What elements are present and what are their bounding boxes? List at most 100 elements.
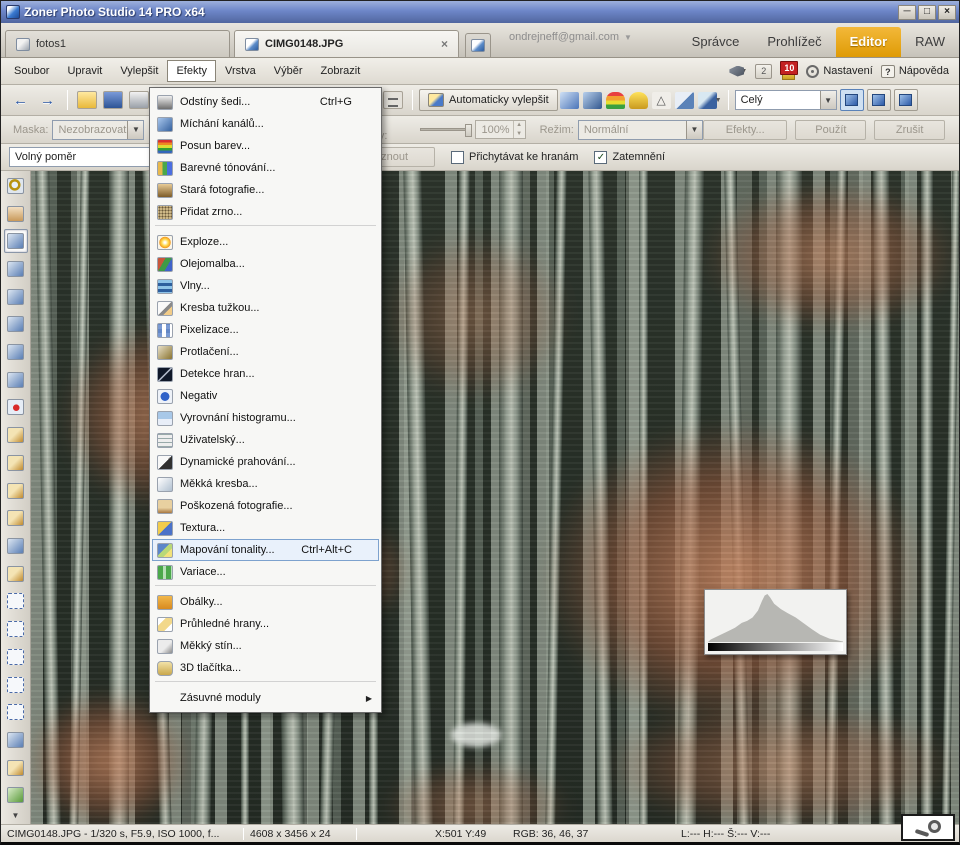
effects-menu-item[interactable]: Míchání kanálů... (152, 113, 379, 135)
blend-mode-combobox[interactable]: Normální ▼ (578, 120, 703, 140)
tool-button[interactable] (4, 700, 28, 724)
effects-menu-item[interactable] (155, 225, 376, 229)
effects-menu-item[interactable]: Textura... (152, 517, 379, 539)
fit-width-button[interactable] (867, 89, 891, 111)
effects-menu-item[interactable]: Mapování tonality... Ctrl+Alt+C (152, 539, 379, 561)
workspace-nav-item[interactable]: RAW (901, 27, 959, 57)
auto-enhance-button[interactable]: Automaticky vylepšit (419, 89, 558, 111)
effects-menu-item[interactable]: Variace... (152, 561, 379, 583)
tool-button[interactable] (4, 257, 28, 281)
tool-button[interactable] (4, 285, 28, 309)
snap-to-edges-checkbox[interactable]: Přichytávat ke hranám (451, 151, 578, 164)
help-button[interactable]: ? Nápověda (881, 65, 949, 78)
account-menu[interactable]: ondrejneff@gmail.com ▼ (509, 23, 632, 57)
forward-button[interactable]: → (34, 92, 61, 109)
tool-button[interactable] (4, 673, 28, 697)
effects-menu-item[interactable]: Měkká kresba... (152, 473, 379, 495)
effects-menu-item[interactable]: Detekce hran... (152, 363, 379, 385)
tool-button[interactable] (4, 479, 28, 503)
effects-menu-item[interactable]: Zásuvné moduly ▶ (152, 687, 379, 709)
tool-button[interactable] (4, 590, 28, 614)
spinner-arrows-icon[interactable]: ▲▼ (513, 121, 525, 138)
document-tab[interactable]: fotos1 (5, 30, 230, 57)
sharpen-icon[interactable] (652, 92, 671, 109)
tool-button[interactable] (4, 562, 28, 586)
tool-button[interactable] (4, 174, 28, 198)
effects-menu-item[interactable]: Poškozená fotografie... (152, 495, 379, 517)
workspace-nav-item[interactable]: Správce (678, 27, 754, 57)
actual-size-button[interactable] (894, 89, 918, 111)
effects-menu-item[interactable]: 3D tlačítka... (152, 657, 379, 679)
back-button[interactable]: ← (7, 92, 34, 109)
layer-cancel-button[interactable]: Zrušit (874, 120, 945, 140)
tool-button[interactable] (4, 229, 28, 253)
tool-button[interactable] (4, 202, 28, 226)
menubar-item[interactable]: Výběr (265, 60, 312, 82)
news-button[interactable]: ▼ (729, 66, 747, 77)
effects-menu-item[interactable]: Barevné tónování... (152, 157, 379, 179)
effects-menu-item[interactable]: Kresba tužkou... (152, 297, 379, 319)
white-balance-icon[interactable] (629, 92, 648, 109)
mask-combobox[interactable]: Nezobrazovat ▼ (52, 120, 144, 140)
color-adjust-icon[interactable] (606, 92, 625, 109)
darken-checkbox[interactable]: ✓ Zatemnění (594, 151, 665, 164)
tool-button[interactable] (4, 728, 28, 752)
messages-badge[interactable]: 2 (755, 64, 772, 79)
tool-button[interactable] (4, 617, 28, 641)
curves-icon[interactable] (583, 92, 602, 109)
tool-button[interactable] (4, 396, 28, 420)
effects-menu-item[interactable] (155, 585, 376, 589)
tool-button[interactable] (4, 451, 28, 475)
effects-menu-item[interactable]: Stará fotografie... (152, 179, 379, 201)
tool-button[interactable] (4, 756, 28, 780)
fit-view-button[interactable] (840, 89, 864, 111)
tab-stub[interactable] (465, 33, 491, 57)
tool-button[interactable] (4, 313, 28, 337)
layer-apply-button[interactable]: Použít (795, 120, 866, 140)
quick-adjust-button[interactable] (383, 91, 403, 109)
workspace-nav-item[interactable]: Prohlížeč (753, 27, 835, 57)
layer-opacity-spinner[interactable]: 100% ▲▼ (475, 120, 526, 139)
menubar-item[interactable]: Efekty (167, 60, 216, 82)
effects-menu-item[interactable]: Obálky... (152, 591, 379, 613)
open-folder-button[interactable] (77, 91, 97, 109)
print-button[interactable] (129, 91, 149, 109)
tool-button[interactable] (4, 506, 28, 530)
layer-opacity-slider[interactable] (420, 128, 471, 131)
menubar-item[interactable]: Upravit (58, 60, 111, 82)
tool-button[interactable] (4, 645, 28, 669)
menubar-item[interactable]: Vrstva (216, 60, 265, 82)
effects-menu-item[interactable]: Průhledné hrany... (152, 613, 379, 635)
effects-menu-item[interactable]: Exploze... (152, 231, 379, 253)
navigator-panel[interactable] (901, 814, 955, 841)
tool-button[interactable] (4, 783, 28, 807)
offers-button[interactable]: 10 (780, 63, 798, 80)
zoom-level-combobox[interactable]: Celý ▼ (735, 90, 837, 110)
settings-button[interactable]: Nastavení (806, 65, 873, 78)
effects-menu-item[interactable]: Olejomalba... (152, 253, 379, 275)
effects-menu-item[interactable]: Měkký stín... (152, 635, 379, 657)
effects-menu-item[interactable]: Posun barev... (152, 135, 379, 157)
levels-icon[interactable] (560, 92, 579, 109)
minimize-button[interactable]: ─ (898, 5, 916, 20)
tool-button[interactable] (4, 368, 28, 392)
more-tools-arrow-icon[interactable]: ▼ (12, 811, 20, 820)
effects-menu-item[interactable] (155, 681, 376, 685)
menubar-item[interactable]: Zobrazit (312, 60, 370, 82)
close-button[interactable]: × (938, 5, 956, 20)
workspace-nav-item[interactable]: Editor (836, 27, 902, 57)
effects-menu-item[interactable]: Vyrovnání histogramu... (152, 407, 379, 429)
menubar-item[interactable]: Vylepšit (111, 60, 167, 82)
effects-menu-item[interactable]: Protlačení... (152, 341, 379, 363)
tool-button[interactable] (4, 340, 28, 364)
exposure-icon[interactable] (675, 92, 694, 109)
effects-menu-item[interactable]: Vlny... (152, 275, 379, 297)
effects-menu-item[interactable]: Dynamické prahování... (152, 451, 379, 473)
menubar-item[interactable]: Soubor (5, 60, 58, 82)
effects-menu-item[interactable]: Odstíny šedi... Ctrl+G (152, 91, 379, 113)
tool-button[interactable] (4, 534, 28, 558)
tool-button[interactable] (4, 423, 28, 447)
save-button[interactable] (103, 91, 123, 109)
effects-menu-item[interactable]: Uživatelský... (152, 429, 379, 451)
layer-effects-button[interactable]: Efekty... (703, 120, 787, 140)
